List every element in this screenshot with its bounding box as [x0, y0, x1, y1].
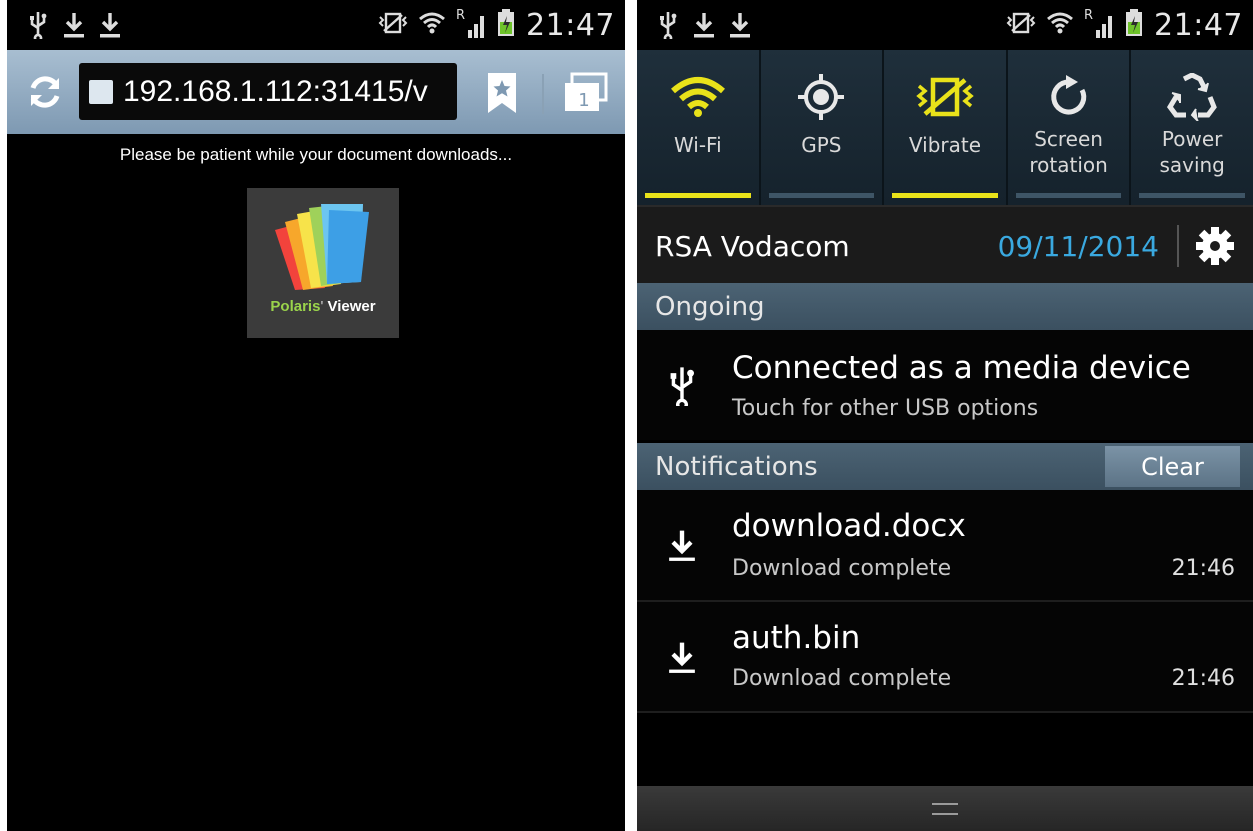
vibrate-mode-icon — [1006, 11, 1036, 39]
vibrate-mode-icon — [378, 11, 408, 39]
toggle-label: Power saving — [1159, 127, 1225, 177]
browser-screen: R 21:47 192.168.1.112:31415/v 1 Please b… — [7, 0, 625, 831]
ongoing-header: Ongoing — [637, 283, 1253, 330]
toggle-wifi[interactable]: Wi-Fi — [637, 50, 761, 205]
gps-icon — [796, 72, 846, 122]
battery-icon — [496, 8, 516, 42]
notification-time: 21:46 — [1171, 666, 1235, 691]
notification-title: auth.bin — [732, 620, 861, 656]
battery-icon — [1124, 8, 1144, 42]
quick-settings-panel: Wi-Fi GPS Vibrate Screen rotation Power … — [637, 50, 1253, 205]
cell-signal-icon: R — [456, 8, 486, 40]
tab-count: 1 — [578, 90, 590, 111]
rotate-icon — [1046, 72, 1092, 122]
notification-title: Connected as a media device — [732, 350, 1191, 386]
toggle-label: Screen rotation — [1029, 127, 1108, 177]
clock: 21:47 — [1154, 7, 1243, 43]
notifications-header: Notifications Clear — [637, 443, 1253, 490]
polaris-viewer-label: Polaris' Viewer — [247, 298, 399, 315]
carrier-name: RSA Vodacom — [655, 229, 850, 263]
wifi-signal-icon — [418, 9, 446, 41]
toggle-indicator — [892, 193, 998, 198]
notification-title: download.docx — [732, 508, 966, 544]
page-favicon — [89, 79, 113, 104]
list-divider — [637, 711, 1253, 713]
toggle-indicator — [1139, 193, 1245, 198]
clear-button[interactable]: Clear — [1105, 446, 1240, 487]
usb-icon — [27, 10, 49, 40]
carrier-row: RSA Vodacom 09/11/2014 — [637, 205, 1253, 285]
settings-gear-icon[interactable] — [1195, 226, 1235, 266]
ongoing-title: Ongoing — [655, 291, 765, 322]
toggle-indicator — [645, 193, 751, 198]
clock: 21:47 — [526, 7, 615, 43]
toggle-gps[interactable]: GPS — [761, 50, 885, 205]
usb-icon — [667, 366, 699, 411]
notification-subtitle: Download complete — [732, 666, 952, 691]
wifi-signal-icon — [1046, 9, 1074, 41]
recycle-icon — [1166, 72, 1218, 122]
notifications-title: Notifications — [655, 451, 818, 482]
notification-item[interactable]: auth.bin Download complete 21:46 — [637, 602, 1253, 712]
notification-item[interactable]: download.docx Download complete 21:46 — [637, 490, 1253, 600]
toggle-screen-rotation[interactable]: Screen rotation — [1008, 50, 1132, 205]
cell-signal-icon: R — [1084, 8, 1114, 40]
notification-time: 21:46 — [1171, 556, 1235, 581]
download-icon — [693, 10, 715, 40]
notification-subtitle: Download complete — [732, 556, 952, 581]
toolbar-divider — [542, 74, 544, 114]
status-bar: R 21:47 — [637, 0, 1253, 50]
download-message: Please be patient while your document do… — [119, 145, 513, 164]
refresh-icon[interactable] — [21, 68, 69, 116]
notification-subtitle: Touch for other USB options — [732, 396, 1039, 421]
bookmark-icon[interactable] — [482, 70, 522, 116]
vibrate-icon — [915, 72, 975, 122]
download-icon — [63, 10, 85, 40]
polaris-label-product: Viewer — [323, 298, 376, 315]
toggle-power-saving[interactable]: Power saving — [1131, 50, 1253, 205]
address-text: 192.168.1.112:31415/v — [123, 74, 428, 108]
toggle-indicator — [1015, 193, 1122, 198]
date: 09/11/2014 — [997, 229, 1159, 263]
row-divider — [1177, 225, 1179, 267]
status-bar: R 21:47 — [7, 0, 625, 50]
polaris-logo-icon — [275, 204, 369, 290]
notification-shade: R 21:47 Wi-Fi GPS Vibrate Screen rotatio… — [637, 0, 1253, 831]
toggle-label: Wi-Fi — [673, 133, 722, 157]
toggle-vibrate[interactable]: Vibrate — [884, 50, 1008, 205]
shade-drag-handle[interactable] — [637, 786, 1253, 831]
download-icon — [667, 640, 699, 684]
tabs-button[interactable]: 1 — [562, 72, 610, 114]
download-icon — [729, 10, 751, 40]
browser-toolbar: 192.168.1.112:31415/v 1 — [7, 50, 625, 134]
download-icon — [99, 10, 121, 40]
polaris-viewer-tile[interactable]: Polaris' Viewer — [247, 188, 399, 338]
toggle-label: Vibrate — [908, 133, 982, 157]
toggle-label: GPS — [801, 133, 842, 157]
address-bar[interactable]: 192.168.1.112:31415/v — [79, 63, 457, 120]
toggle-indicator — [768, 193, 875, 198]
download-icon — [667, 528, 699, 572]
drag-handle-icon — [932, 802, 958, 815]
usb-icon — [657, 10, 679, 40]
wifi-icon — [670, 72, 726, 122]
polaris-label-brand: Polaris — [270, 298, 321, 315]
usb-connection-notification[interactable]: Connected as a media device Touch for ot… — [637, 330, 1253, 440]
